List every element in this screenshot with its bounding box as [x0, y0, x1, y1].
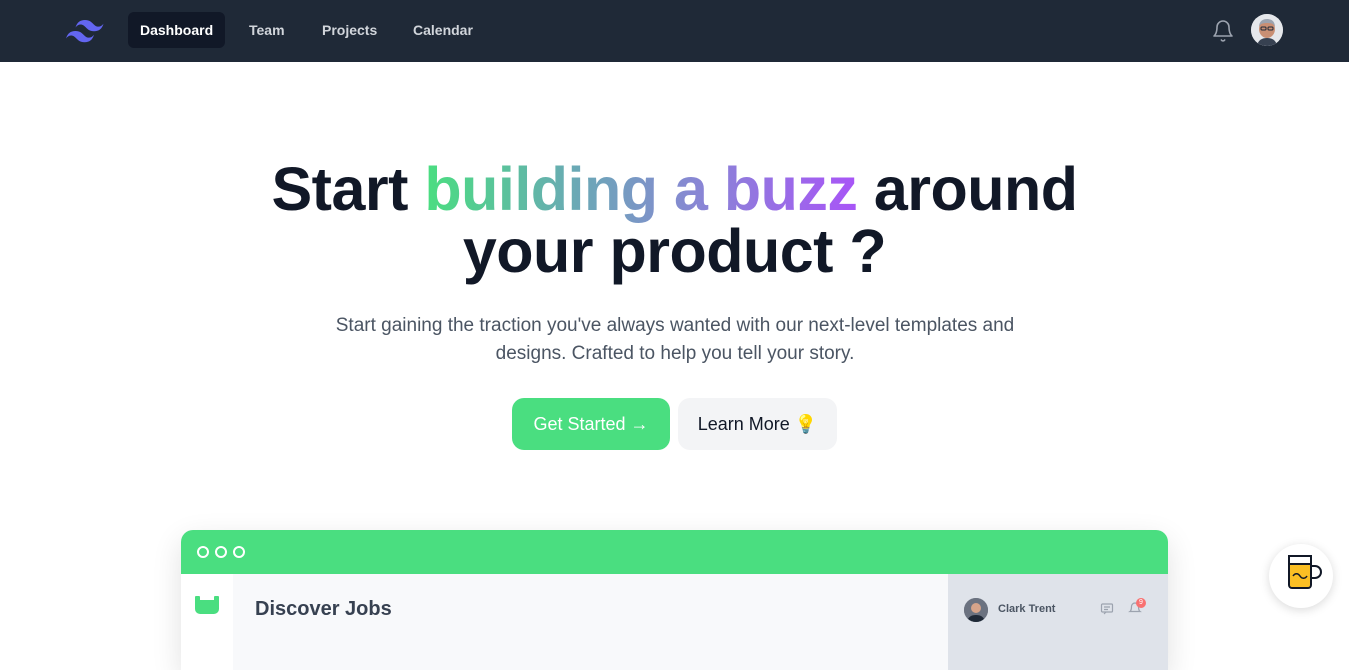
hero-title-part2: around: [857, 155, 1078, 223]
bell-icon[interactable]: [1211, 19, 1235, 43]
get-started-button[interactable]: Get Started →: [512, 398, 670, 450]
learn-more-button[interactable]: Learn More 💡: [678, 398, 837, 450]
hero-subtitle: Start gaining the traction you've always…: [335, 315, 1015, 364]
top-navbar: Dashboard Team Projects Calendar: [0, 0, 1349, 62]
mockup-sidebar: [181, 574, 233, 670]
mockup-user-name: Clark Trent: [998, 603, 1056, 615]
hero-title: Start building a buzz around your produc…: [0, 158, 1349, 282]
window-dot-2: [215, 546, 227, 558]
chat-icon: [1100, 603, 1114, 615]
mockup-avatar: [964, 598, 988, 622]
app-preview-mockup: Discover Jobs Clark Trent 9: [181, 530, 1168, 670]
notification-count-badge: 9: [1136, 598, 1146, 608]
user-avatar[interactable]: [1251, 14, 1283, 46]
mockup-avatar-face-icon: [964, 598, 988, 622]
nav-projects[interactable]: Projects: [310, 12, 389, 48]
mockup-heading: Discover Jobs: [255, 598, 392, 620]
nav-dashboard[interactable]: Dashboard: [128, 12, 226, 48]
nav-calendar[interactable]: Calendar: [401, 12, 485, 48]
tailwind-logo-icon[interactable]: [66, 17, 104, 43]
beer-mug-icon: [1288, 555, 1322, 589]
nav-team[interactable]: Team: [237, 12, 297, 48]
hero-title-line-2: your product ?: [462, 217, 887, 285]
window-dot-1: [197, 546, 209, 558]
hero-title-part1: Start: [271, 155, 425, 223]
avatar-face-icon: [1251, 14, 1283, 46]
hero-title-highlight: building a buzz: [424, 155, 858, 223]
crown-icon: [195, 596, 219, 614]
window-dot-3: [233, 546, 245, 558]
mockup-user-panel: Clark Trent 9: [948, 574, 1168, 670]
mockup-body: Discover Jobs Clark Trent 9: [181, 574, 1168, 670]
window-titlebar: [181, 530, 1168, 574]
buy-me-a-beer-button[interactable]: [1269, 544, 1333, 608]
hero-title-line-1: Start building a buzz around: [0, 158, 1349, 220]
